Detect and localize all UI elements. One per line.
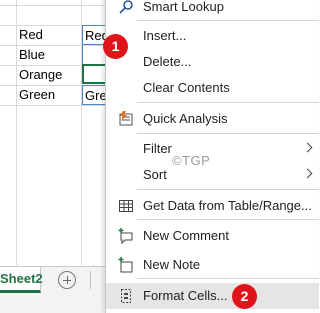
menu-separator [137, 189, 319, 190]
table-icon [119, 200, 133, 212]
menu-separator [137, 20, 319, 21]
context-menu: Smart Lookup Insert... Delete... Clear C… [105, 0, 319, 313]
cell-a1[interactable]: Red [19, 25, 43, 45]
menu-item-label: Get Data from Table/Range... [143, 198, 312, 213]
add-sheet-icon[interactable] [58, 271, 76, 289]
menu-item-label: Clear Contents [143, 80, 230, 95]
menu-item-filter[interactable]: Filter [106, 136, 319, 162]
menu-separator [137, 219, 319, 220]
step-badge-1: 1 [103, 34, 128, 59]
menu-item-delete[interactable]: Delete... [106, 49, 319, 75]
cell-a4[interactable]: Green [19, 85, 55, 105]
chevron-right-icon [302, 168, 313, 179]
menu-item-label: Sort [143, 167, 167, 182]
watermark: ©TGP [172, 153, 211, 168]
menu-separator [137, 133, 319, 134]
menu-item-smart-lookup[interactable]: Smart Lookup [106, 0, 319, 20]
menu-item-clear-contents[interactable]: Clear Contents [106, 75, 319, 101]
menu-item-label: New Comment [143, 228, 229, 243]
menu-item-sort[interactable]: Sort [106, 162, 319, 188]
format-cells-icon [121, 289, 131, 303]
menu-item-label: Quick Analysis [143, 111, 228, 126]
sheet-tab-bar: Sheet2 [0, 266, 105, 313]
menu-item-get-data[interactable]: Get Data from Table/Range... [106, 193, 319, 219]
chevron-right-icon [302, 142, 313, 153]
grid-line [0, 5, 105, 6]
menu-item-label: New Note [143, 257, 201, 272]
grid-line [16, 0, 17, 265]
comment-icon [118, 228, 133, 244]
menu-item-new-comment[interactable]: New Comment [106, 223, 319, 249]
grid-line [0, 105, 105, 106]
sheet-tab[interactable]: Sheet2 [0, 267, 43, 293]
menu-item-label: Smart Lookup [143, 0, 224, 14]
menu-item-new-note[interactable]: New Note [106, 252, 319, 278]
quick-analysis-icon [119, 111, 133, 126]
menu-item-label: Format Cells... [143, 288, 228, 303]
menu-item-quick-analysis[interactable]: Quick Analysis [106, 106, 319, 132]
note-icon [118, 257, 133, 273]
menu-item-label: Filter [143, 141, 172, 156]
menu-item-insert[interactable]: Insert... [106, 23, 319, 49]
menu-item-format-cells[interactable]: Format Cells... [106, 283, 319, 309]
tab-divider [90, 271, 91, 289]
cell-a2[interactable]: Blue [19, 45, 45, 65]
search-icon [119, 0, 133, 14]
menu-item-label: Delete... [143, 54, 192, 69]
step-badge-2: 2 [232, 284, 257, 309]
cell-a3[interactable]: Orange [19, 65, 62, 85]
menu-separator [137, 102, 319, 103]
menu-separator [137, 278, 319, 279]
menu-item-label: Insert... [143, 28, 187, 43]
